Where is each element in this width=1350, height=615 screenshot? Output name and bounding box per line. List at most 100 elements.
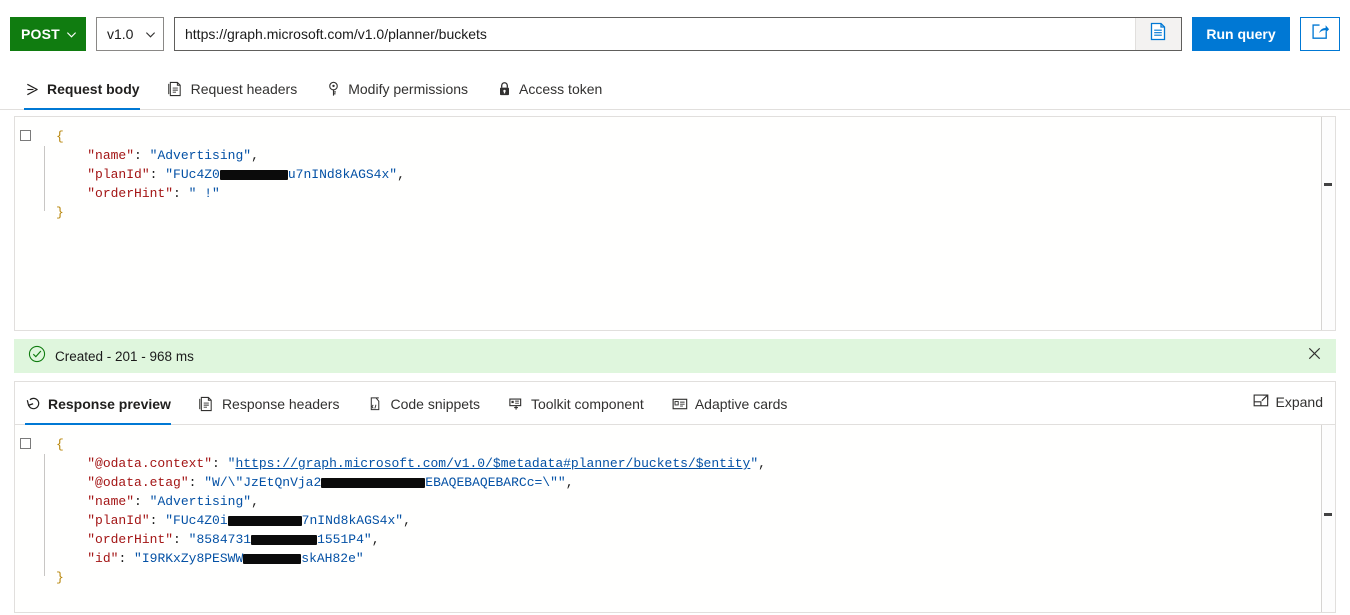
response-link[interactable]: https://graph.microsoft.com/v1.0/$metada… <box>235 456 750 471</box>
dismiss-status-button[interactable] <box>1302 344 1326 368</box>
code-token: 1551P4" <box>317 532 372 547</box>
tab-toolkit-component[interactable]: Toolkit component <box>494 384 658 424</box>
tab-response-preview[interactable]: Response preview <box>25 384 185 425</box>
response-body-editor[interactable]: { "@odata.context": "https://graph.micro… <box>15 425 1335 612</box>
close-icon <box>1308 347 1321 365</box>
code-token: u7nINd8kAGS4x" <box>287 167 398 182</box>
code-token: , <box>371 532 380 547</box>
tab-access-token-label: Access token <box>519 81 603 97</box>
code-token: "name" <box>87 494 135 509</box>
code-token: "@odata.etag" <box>87 475 189 490</box>
http-method-label: POST <box>21 26 60 42</box>
code-line: { <box>15 435 1335 454</box>
code-line-text: "planId": "FUc4Z0 u7nINd8kAGS4x", <box>56 165 405 184</box>
tab-response-headers[interactable]: Response headers <box>185 384 354 424</box>
expand-response-button[interactable]: Expand <box>1253 393 1323 411</box>
code-line: "orderHint": "8584731 1551P4", <box>15 530 1335 549</box>
code-token: "Advertising" <box>149 148 252 163</box>
code-token: 7nINd8kAGS4x" <box>301 513 404 528</box>
code-line: } <box>15 203 1335 222</box>
code-line-text: { <box>56 435 64 454</box>
code-line: "name": "Advertising", <box>15 146 1335 165</box>
share-query-button[interactable] <box>1300 17 1340 51</box>
code-line: "planId": "FUc4Z0 u7nINd8kAGS4x", <box>15 165 1335 184</box>
indent-guide <box>44 146 45 211</box>
key-icon <box>325 81 341 97</box>
code-line: "planId": "FUc4Z0i 7nINd8kAGS4x", <box>15 511 1335 530</box>
tab-request-body[interactable]: Request body <box>24 69 154 110</box>
code-line-text: "orderHint": "8584731 1551P4", <box>56 530 380 549</box>
chevron-down-icon <box>66 29 77 40</box>
code-line: "@odata.etag": "W/\"JzEtQnVja2 EBAQEBAQEB… <box>15 473 1335 492</box>
tab-code-snippets-label: Code snippets <box>390 396 480 412</box>
fold-toggle[interactable] <box>20 130 31 141</box>
request-body-panel: { "name": "Advertising", "planId": "FUc4… <box>14 116 1336 331</box>
undo-arrow-icon <box>25 396 41 412</box>
code-token: : <box>173 532 189 547</box>
code-line-text: { <box>56 127 64 146</box>
code-token: : <box>118 551 135 566</box>
code-line: "id": "I9RKxZy8PESWW skAH82e" <box>15 549 1335 568</box>
redacted-text <box>219 169 288 180</box>
code-token: : <box>134 148 150 163</box>
code-token: "I9RKxZy8PESWW <box>134 551 244 566</box>
response-body-scroll-thumb[interactable] <box>1324 513 1332 516</box>
run-query-button[interactable]: Run query <box>1192 17 1290 51</box>
code-token: " !" <box>188 186 220 201</box>
redacted-text <box>321 477 426 488</box>
request-body-editor[interactable]: { "name": "Advertising", "planId": "FUc4… <box>15 117 1335 330</box>
code-token: : <box>134 494 150 509</box>
toolkit-icon <box>508 396 524 412</box>
code-token: : <box>188 475 205 490</box>
code-token: : <box>173 186 189 201</box>
code-token: , <box>565 475 574 490</box>
code-line-text: } <box>56 568 64 587</box>
code-token: : <box>149 513 166 528</box>
documentation-button[interactable] <box>1135 18 1181 50</box>
tab-access-token[interactable]: Access token <box>482 69 616 109</box>
tab-adaptive-cards[interactable]: Adaptive cards <box>658 384 802 424</box>
headers-document-icon <box>199 396 215 412</box>
graph-explorer-app: POST v1.0 https://graph.microsoft.com/v1… <box>0 0 1350 615</box>
share-icon <box>1311 22 1330 46</box>
code-line: { <box>15 127 1335 146</box>
request-body-scrollbar[interactable] <box>1321 117 1335 330</box>
code-line: "name": "Advertising", <box>15 492 1335 511</box>
request-url-container <box>174 17 1182 51</box>
code-line-text: "planId": "FUc4Z0i 7nINd8kAGS4x", <box>56 511 411 530</box>
code-token: } <box>56 570 64 585</box>
query-bar: POST v1.0 https://graph.microsoft.com/v1… <box>0 8 1350 60</box>
code-token: "planId" <box>87 167 150 182</box>
request-url-input[interactable] <box>175 18 1135 50</box>
code-token: EBAQEBAQEBARCc=\"" <box>425 475 566 490</box>
api-version-label: v1.0 <box>107 26 134 42</box>
code-token: : <box>149 167 166 182</box>
tab-request-headers[interactable]: Request headers <box>154 69 312 109</box>
response-tab-strip: Response preview Response headers Code s… <box>15 382 1335 425</box>
code-token: , <box>251 494 259 509</box>
lock-icon <box>496 81 512 97</box>
code-token: " <box>750 456 759 471</box>
code-line-text: "name": "Advertising", <box>56 492 259 511</box>
code-token: "orderHint" <box>87 532 174 547</box>
tab-code-snippets[interactable]: Code snippets <box>353 384 494 424</box>
tab-modify-permissions[interactable]: Modify permissions <box>311 69 482 109</box>
code-token: "orderHint" <box>87 186 174 201</box>
code-line: "orderHint": " !" <box>15 184 1335 203</box>
response-body-container: { "@odata.context": "https://graph.micro… <box>15 425 1335 612</box>
code-token: "8584731 <box>188 532 252 547</box>
tab-modify-permissions-label: Modify permissions <box>348 81 469 97</box>
response-body-scrollbar[interactable] <box>1321 425 1335 612</box>
api-version-dropdown[interactable]: v1.0 <box>96 17 164 51</box>
chevron-down-icon <box>145 29 156 40</box>
fold-toggle[interactable] <box>20 438 31 449</box>
code-token: "Advertising" <box>149 494 252 509</box>
response-panel: Response preview Response headers Code s… <box>14 381 1336 613</box>
indent-guide <box>44 454 45 576</box>
code-token: "FUc4Z0i <box>165 513 228 528</box>
code-token: "name" <box>87 148 135 163</box>
request-body-scroll-thumb[interactable] <box>1324 183 1332 186</box>
http-method-dropdown[interactable]: POST <box>10 17 86 51</box>
expand-label: Expand <box>1275 394 1323 410</box>
success-check-icon <box>28 345 46 368</box>
